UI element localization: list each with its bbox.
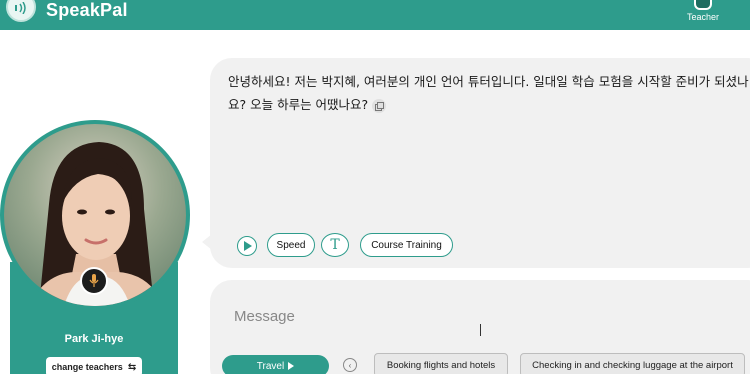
tutor-message: 안녕하세요! 저는 박지혜, 여러분의 개인 언어 튜터입니다. 일대일 학습 … <box>228 70 750 116</box>
speed-button[interactable]: Speed <box>267 233 315 257</box>
text-cursor-icon <box>480 324 486 336</box>
course-training-button[interactable]: Course Training <box>360 233 453 257</box>
translate-button[interactable]: T <box>321 233 349 257</box>
change-teachers-button[interactable]: change teachers ⇆ <box>46 357 142 374</box>
topic-travel-button[interactable]: Travel <box>222 355 329 374</box>
microphone-icon <box>89 274 99 287</box>
teacher-menu-label: Teacher <box>686 12 720 22</box>
app-title: SpeakPal <box>46 0 128 20</box>
suggestion-chip[interactable]: Booking flights and hotels <box>374 353 508 374</box>
swap-arrows-icon: ⇆ <box>127 361 137 373</box>
message-input[interactable] <box>234 303 714 329</box>
teacher-name: Park Ji-hye <box>64 333 124 345</box>
teacher-menu-button[interactable]: Teacher <box>680 0 726 30</box>
tutor-message-text: 안녕하세요! 저는 박지혜, 여러분의 개인 언어 튜터입니다. 일대일 학습 … <box>228 74 749 112</box>
play-audio-button[interactable] <box>237 236 257 256</box>
suggestion-chip[interactable]: Checking in and checking luggage at the … <box>520 353 745 374</box>
copy-icon[interactable] <box>372 98 387 113</box>
top-bar: SpeakPal Teacher <box>0 0 750 30</box>
suggestions-prev-button[interactable]: ‹ <box>343 358 357 372</box>
sound-wave-icon <box>6 0 36 22</box>
microphone-button[interactable] <box>80 267 108 295</box>
change-teachers-label: change teachers <box>51 362 123 372</box>
teacher-icon <box>694 0 712 10</box>
chevron-left-icon: ‹ <box>348 360 352 370</box>
topic-travel-label: Travel <box>256 360 285 372</box>
play-icon <box>288 362 295 370</box>
